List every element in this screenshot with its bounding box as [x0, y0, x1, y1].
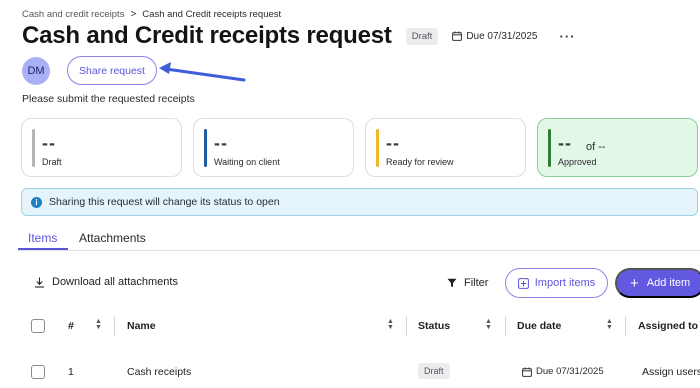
column-divider [114, 316, 115, 336]
tab-attachments[interactable]: Attachments [79, 231, 146, 245]
add-item-button[interactable]: + Add item [615, 268, 700, 298]
stat-label: Waiting on client [214, 157, 280, 167]
download-all-button[interactable]: Download all attachments [34, 276, 178, 288]
status-color-bar [32, 129, 35, 167]
filter-icon [447, 278, 457, 288]
column-header-number[interactable]: # [68, 320, 74, 332]
calendar-icon [452, 31, 463, 41]
info-banner-text: Sharing this request will change its sta… [49, 196, 280, 208]
status-color-bar [376, 129, 379, 167]
column-header-name[interactable]: Name [127, 320, 156, 332]
import-icon [517, 277, 529, 289]
status-color-bar [548, 129, 551, 167]
column-divider [406, 316, 407, 336]
stat-card-ready: -- Ready for review [365, 118, 526, 177]
column-divider [505, 316, 506, 336]
info-icon: i [31, 196, 42, 208]
status-badge: Draft [405, 27, 439, 45]
row-due-date: Due 07/31/2025 [522, 366, 604, 377]
plus-icon: + [630, 274, 639, 292]
assign-users-link[interactable]: Assign users [642, 366, 700, 378]
sort-icon[interactable]: ▲ ▼ [485, 318, 492, 331]
sort-icon[interactable]: ▲ ▼ [606, 318, 613, 331]
tab-bar: Items Attachments [18, 227, 700, 251]
row-number: 1 [68, 366, 74, 378]
row-name-link[interactable]: Cash receipts [127, 366, 191, 378]
sort-icon[interactable]: ▲ ▼ [387, 318, 394, 331]
avatar[interactable]: DM [22, 57, 50, 85]
due-date-text: Due 07/31/2025 [466, 30, 538, 42]
download-all-label: Download all attachments [52, 276, 178, 288]
more-options-button[interactable]: ··· [559, 29, 575, 44]
stat-label: Approved [558, 157, 597, 167]
breadcrumb-current: Cash and Credit receipts request [142, 9, 282, 20]
stat-value: -- [558, 133, 572, 153]
stat-card-waiting: -- Waiting on client [193, 118, 354, 177]
stat-card-approved: -- of -- Approved [537, 118, 698, 177]
info-banner: i Sharing this request will change its s… [21, 188, 698, 216]
stat-value: -- [42, 133, 56, 153]
stat-label: Ready for review [386, 157, 454, 167]
status-color-bar [204, 129, 207, 167]
sort-icon[interactable]: ▲ ▼ [95, 318, 102, 331]
row-due-date-text: Due 07/31/2025 [536, 366, 604, 377]
stat-value: -- [214, 133, 228, 153]
tab-items[interactable]: Items [28, 231, 57, 245]
due-date: Due 07/31/2025 [452, 31, 537, 42]
filter-label: Filter [464, 277, 489, 289]
stat-total: of -- [586, 141, 606, 153]
title-row: Cash and Credit receipts request Draft D… [22, 22, 575, 50]
breadcrumb-parent-link[interactable]: Cash and credit receipts [22, 9, 124, 20]
share-request-button[interactable]: Share request [67, 56, 157, 85]
download-icon [35, 277, 44, 288]
row-checkbox[interactable] [31, 365, 45, 379]
page-title: Cash and Credit receipts request [22, 22, 392, 49]
breadcrumb-separator: > [130, 9, 137, 20]
breadcrumb: Cash and credit receipts > Cash and Cred… [22, 9, 281, 20]
add-item-label: Add item [646, 277, 691, 289]
import-items-label: Import items [534, 277, 596, 289]
page-subtitle: Please submit the requested receipts [22, 93, 195, 105]
stat-value: -- [386, 133, 400, 153]
column-header-status[interactable]: Status [418, 320, 450, 332]
import-items-button[interactable]: Import items [505, 268, 608, 298]
stat-card-draft: -- Draft [21, 118, 182, 177]
row-status-badge: Draft [418, 363, 450, 379]
active-tab-indicator [18, 248, 68, 250]
column-header-assigned-to[interactable]: Assigned to [638, 320, 698, 332]
select-all-checkbox[interactable] [31, 319, 45, 333]
column-divider [625, 316, 626, 336]
filter-button[interactable]: Filter [447, 277, 488, 289]
calendar-icon [522, 366, 532, 377]
column-header-due-date[interactable]: Due date [517, 320, 561, 332]
stat-label: Draft [42, 157, 62, 167]
annotation-arrow-icon [159, 62, 246, 82]
